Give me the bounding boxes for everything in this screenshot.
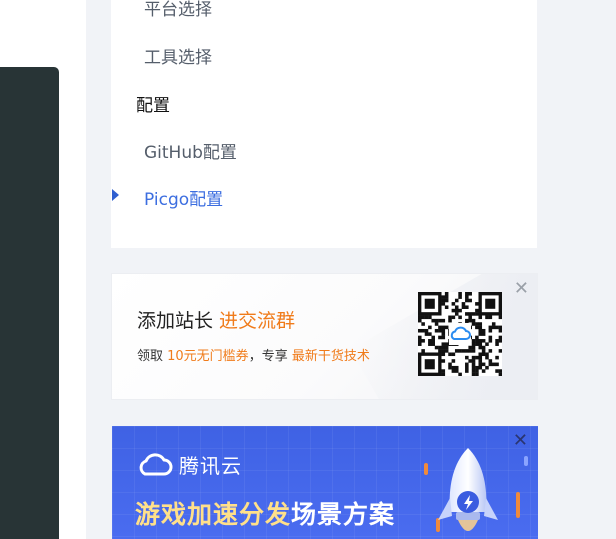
- qr-code-icon: [418, 292, 502, 376]
- tencent-cloud-banner-ad[interactable]: 腾讯云 游戏加速分发场景方案 ✕: [112, 426, 538, 539]
- community-promo-card[interactable]: 添加站长 进交流群 领取 10元无门槛券，专享 最新干货技术 ✕: [111, 273, 538, 400]
- toc-section-config[interactable]: 配置: [136, 91, 170, 116]
- promo-title: 添加站长 进交流群: [137, 306, 295, 333]
- toc-card: 平台选择 工具选择 配置 GitHub配置 Picgo配置: [111, 0, 537, 248]
- promo-close-icon[interactable]: ✕: [514, 280, 529, 298]
- promo-sub-prefix: 领取: [137, 349, 168, 364]
- toc-item-picgo-config[interactable]: Picgo配置: [144, 185, 223, 210]
- promo-coupon-highlight: 10元无门槛券: [167, 349, 249, 364]
- toc-item-platform[interactable]: 平台选择: [144, 0, 212, 20]
- deco-bar: [424, 463, 428, 475]
- rocket-icon: [438, 448, 498, 531]
- toc-item-tools[interactable]: 工具选择: [144, 43, 212, 68]
- promo-subtitle: 领取 10元无门槛券，专享 最新干货技术: [137, 345, 370, 364]
- cloud-icon: [139, 452, 173, 475]
- deco-bar: [516, 492, 520, 518]
- banner-headline-highlight: 游戏加速分发: [135, 500, 292, 529]
- tencent-cloud-logo: 腾讯云: [135, 450, 242, 479]
- banner-headline: 游戏加速分发场景方案: [135, 495, 395, 531]
- toc-item-github-config[interactable]: GitHub配置: [144, 138, 237, 163]
- promo-tech-highlight: 最新干货技术: [291, 349, 370, 364]
- promo-title-highlight: 进交流群: [219, 310, 296, 332]
- deco-bar: [524, 456, 528, 466]
- promo-title-text: 添加站长: [137, 310, 214, 332]
- banner-headline-rest: 场景方案: [291, 500, 396, 529]
- banner-close-icon[interactable]: ✕: [513, 432, 528, 450]
- brand-name: 腾讯云: [179, 454, 242, 478]
- toc-active-marker-icon: [112, 189, 119, 201]
- promo-sub-middle: ，专享: [248, 349, 292, 364]
- left-dark-panel: [0, 67, 59, 539]
